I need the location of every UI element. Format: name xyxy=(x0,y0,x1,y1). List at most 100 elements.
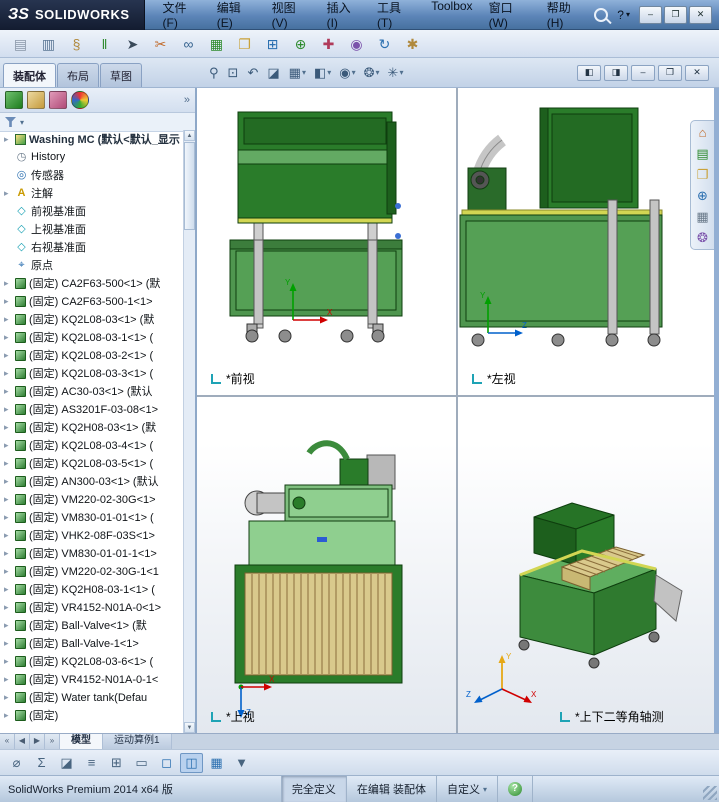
paperclip-icon[interactable]: § xyxy=(64,33,89,55)
rebuild-icon[interactable]: ‖ xyxy=(92,33,117,55)
tree-component-row[interactable]: ▸ (固定) KQ2H08-03-1<1> ( xyxy=(0,580,184,598)
expand-icon[interactable]: ▸ xyxy=(4,566,12,576)
tab-motion-study[interactable]: 运动算例1 xyxy=(103,734,172,749)
minimize-button[interactable]: – xyxy=(639,5,662,24)
tree-component-row[interactable]: ▸ (固定) VR4152-N01A-0<1> xyxy=(0,598,184,616)
viewport-divider-horizontal[interactable] xyxy=(197,395,714,397)
expand-icon[interactable]: ▸ xyxy=(4,692,12,702)
display-style-icon[interactable]: ◧ ▾ xyxy=(312,64,333,81)
tab-sketch[interactable]: 草图 xyxy=(100,63,142,87)
expand-icon[interactable]: ▸ xyxy=(4,278,12,288)
tree-component-row[interactable]: ▸ (固定) Ball-Valve-1<1> xyxy=(0,634,184,652)
tree-component-row[interactable]: ▸ (固定) KQ2L08-03-6<1> ( xyxy=(0,652,184,670)
expand-icon[interactable]: ▸ xyxy=(4,674,12,684)
graphics-area[interactable]: Y X *前视 Y Z *左视 Z X *上视 Y X Z *上下二等角轴测 ⌂… xyxy=(197,88,714,733)
design-library-icon[interactable]: ▤ xyxy=(696,147,708,160)
isometric-view-quadrant[interactable]: Y X Z *上下二等角轴测 xyxy=(458,397,714,733)
save-table-icon[interactable]: ▼ xyxy=(230,753,253,773)
split-pane-icon[interactable]: ◫ xyxy=(180,752,203,773)
expand-icon[interactable]: ▸ xyxy=(4,548,12,558)
tree-component-row[interactable]: ▸ (固定) KQ2L08-03-2<1> ( xyxy=(0,346,184,364)
tab-assembly[interactable]: 装配体 xyxy=(3,63,56,87)
restore-doc-button[interactable]: ❐ xyxy=(658,64,682,81)
appearances-pane-icon[interactable]: ❂ xyxy=(697,231,708,244)
menu-item[interactable]: 工具(T) xyxy=(369,0,423,34)
tree-component-row[interactable]: ▸ (固定) VM830-01-01-1<1> xyxy=(0,544,184,562)
window-tile-right-icon[interactable]: ◨ xyxy=(604,64,628,81)
expand-icon[interactable]: ▸ xyxy=(4,422,12,432)
tree-component-row[interactable]: ▸ (固定) VHK2-08F-03S<1> xyxy=(0,526,184,544)
tab-scroll-button[interactable]: ▶ xyxy=(30,734,45,749)
tree-component-row[interactable]: ▸ (固定) AN300-03<1> (默认 xyxy=(0,472,184,490)
expand-icon[interactable]: ▸ xyxy=(4,584,12,594)
tree-item-top-plane[interactable]: ◇ 上视基准面 xyxy=(0,220,184,238)
rotate-view-icon[interactable]: ↻ xyxy=(372,33,397,55)
forum-icon[interactable]: ⊕ xyxy=(697,189,708,202)
viewport-divider-vertical[interactable] xyxy=(456,88,458,733)
expand-icon[interactable]: ▸ xyxy=(4,530,12,540)
window-tile-left-icon[interactable]: ◧ xyxy=(577,64,601,81)
grid-icon[interactable]: ⊞ xyxy=(105,753,128,773)
single-pane-icon[interactable]: ◻ xyxy=(155,753,178,773)
tree-component-row[interactable]: ▸ (固定) VM220-02-30G-1<1 xyxy=(0,562,184,580)
tab-scroll-button[interactable]: » xyxy=(45,734,60,749)
mate-icon[interactable]: ⊞ xyxy=(260,33,285,55)
filter-funnel-icon[interactable] xyxy=(5,117,16,127)
tab-model[interactable]: 模型 xyxy=(60,734,103,749)
tree-component-row[interactable]: ▸ (固定) AS3201F-03-08<1> xyxy=(0,400,184,418)
expand-icon[interactable]: ▸ xyxy=(4,134,12,144)
panel-collapse-chevron-icon[interactable]: » xyxy=(184,94,190,106)
propertymanager-tab-icon[interactable] xyxy=(27,91,45,109)
fastener-icon[interactable]: ✚ xyxy=(316,33,341,55)
tree-component-row[interactable]: ▸ (固定) CA2F63-500<1> (默 xyxy=(0,274,184,292)
expand-icon[interactable]: ▸ xyxy=(4,332,12,342)
menu-item[interactable]: 帮助(H) xyxy=(539,0,595,34)
expand-icon[interactable]: ▸ xyxy=(4,656,12,666)
expand-icon[interactable]: ▸ xyxy=(4,314,12,324)
expand-icon[interactable]: ▸ xyxy=(4,368,12,378)
open-folder-icon[interactable]: ❐ xyxy=(232,33,257,55)
expand-icon[interactable]: ▸ xyxy=(4,512,12,522)
tree-component-row[interactable]: ▸ (固定) xyxy=(0,706,184,724)
expand-icon[interactable]: ▸ xyxy=(4,710,12,720)
resize-grip[interactable] xyxy=(702,786,717,800)
spectacles-icon[interactable]: ∞ xyxy=(176,33,201,55)
front-view-quadrant[interactable]: Y X *前视 xyxy=(197,88,456,395)
expand-icon[interactable]: ▸ xyxy=(4,188,12,198)
mass-properties-icon[interactable]: Σ xyxy=(30,753,53,773)
tree-component-row[interactable]: ▸ (固定) VM830-01-01<1> ( xyxy=(0,508,184,526)
tree-component-row[interactable]: ▸ (固定) KQ2L08-03<1> (默 xyxy=(0,310,184,328)
tree-item-annotations[interactable]: ▸ A 注解 xyxy=(0,184,184,202)
filter-dropdown-arrow[interactable]: ▾ xyxy=(20,118,24,127)
close-doc-button[interactable]: ✕ xyxy=(685,64,709,81)
table-edit-icon[interactable]: ▦ xyxy=(204,33,229,55)
list-icon[interactable]: ≡ xyxy=(80,753,103,773)
left-view-quadrant[interactable]: Y Z *左视 xyxy=(458,88,714,395)
tree-item-sensors[interactable]: ◎ 传感器 xyxy=(0,166,184,184)
expand-icon[interactable]: ▸ xyxy=(4,386,12,396)
insert-component-icon[interactable]: ⊕ xyxy=(288,33,313,55)
featuremanager-tab-icon[interactable] xyxy=(5,91,23,109)
close-button[interactable]: ✕ xyxy=(689,5,712,24)
tab-scroll-button[interactable]: ◀ xyxy=(15,734,30,749)
paste-icon[interactable]: ▤ xyxy=(8,33,33,55)
expand-icon[interactable]: ▸ xyxy=(4,620,12,630)
previous-view-icon[interactable]: ↶ xyxy=(245,64,261,81)
scene-icon[interactable]: ✳ ▾ xyxy=(386,64,406,81)
hide-show-icon[interactable]: ◉ ▾ xyxy=(337,64,357,81)
search-icon[interactable] xyxy=(594,7,609,22)
configurationmanager-tab-icon[interactable] xyxy=(49,91,67,109)
trim-icon[interactable]: ✂ xyxy=(148,33,173,55)
file-explorer-icon[interactable]: ❐ xyxy=(697,168,709,181)
tree-component-row[interactable]: ▸ (固定) KQ2L08-03-4<1> ( xyxy=(0,436,184,454)
scroll-thumb[interactable] xyxy=(184,142,195,230)
expand-icon[interactable]: ▸ xyxy=(4,296,12,306)
section-view-icon[interactable]: ◪ xyxy=(265,64,282,81)
expand-icon[interactable]: ▸ xyxy=(4,404,12,414)
menu-item[interactable]: 文件(F) xyxy=(155,0,209,34)
tree-item-right-plane[interactable]: ◇ 右视基准面 xyxy=(0,238,184,256)
zoom-icon[interactable]: ⚲ xyxy=(207,64,222,81)
tab-layout[interactable]: 布局 xyxy=(57,63,99,87)
tree-component-row[interactable]: ▸ (固定) KQ2L08-03-1<1> ( xyxy=(0,328,184,346)
tree-scrollbar[interactable]: ▲ ▼ xyxy=(183,130,195,733)
